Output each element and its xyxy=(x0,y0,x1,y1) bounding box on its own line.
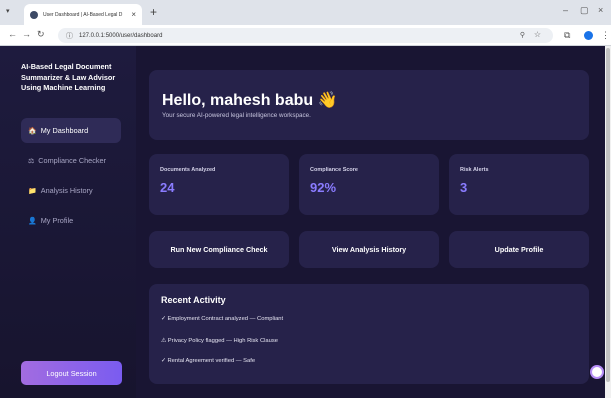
logout-button[interactable]: Logout Session xyxy=(21,361,122,385)
browser-menu-icon[interactable]: ⋮ xyxy=(601,30,610,41)
recent-activity-card: Recent Activity ✓ Employment Contract an… xyxy=(149,284,589,384)
sidebar-item-label: Compliance Checker xyxy=(38,156,107,165)
stat-label: Risk Alerts xyxy=(460,167,489,173)
recent-activity-title: Recent Activity xyxy=(161,295,226,305)
scales-icon: ⚖ xyxy=(28,157,35,165)
stat-card-documents: Documents Analyzed 24 xyxy=(149,154,289,215)
sidebar-item-label: My Profile xyxy=(40,216,74,225)
stat-value: 3 xyxy=(460,180,468,195)
back-icon[interactable]: ← xyxy=(8,29,17,39)
app-brand: AI-Based Legal Document Summarizer & Law… xyxy=(21,62,116,92)
sidebar-item-compliance-checker[interactable]: ⚖ Compliance Checker xyxy=(21,148,121,173)
sidebar-item-label: Analysis History xyxy=(40,186,93,195)
folder-icon: 📁 xyxy=(28,187,37,195)
stat-label: Compliance Score xyxy=(310,167,358,173)
extensions-icon[interactable]: ⧉ xyxy=(564,30,570,41)
stat-value: 24 xyxy=(160,180,175,195)
tab-search-icon[interactable]: ▾ xyxy=(6,7,10,15)
main-content: Hello, mahesh babu 👋 Your secure AI-powe… xyxy=(136,46,605,398)
run-compliance-check-button[interactable]: Run New Compliance Check xyxy=(149,231,289,268)
sidebar-item-dashboard[interactable]: 🏠 My Dashboard xyxy=(21,118,121,143)
home-icon: 🏠 xyxy=(28,127,37,135)
scrollbar-thumb[interactable] xyxy=(606,48,610,382)
address-bar[interactable]: ⓘ 127.0.0.1:5000/user/dashboard ⚲ ☆ xyxy=(58,28,553,43)
view-analysis-history-button[interactable]: View Analysis History xyxy=(299,231,439,268)
sidebar: AI-Based Legal Document Summarizer & Law… xyxy=(0,46,136,398)
new-tab-button[interactable]: + xyxy=(150,5,157,19)
zoom-icon[interactable]: ⚲ xyxy=(520,31,525,39)
list-item: ✓ Employment Contract analyzed — Complia… xyxy=(161,316,284,322)
list-item: ⚠ Privacy Policy flagged — High Risk Cla… xyxy=(161,338,278,344)
tab-close-icon[interactable]: × xyxy=(131,10,136,19)
close-window-button[interactable]: × xyxy=(598,5,603,15)
bookmark-star-icon[interactable]: ☆ xyxy=(534,30,541,39)
url-text[interactable]: 127.0.0.1:5000/user/dashboard xyxy=(79,33,162,39)
stat-card-compliance-score: Compliance Score 92% xyxy=(299,154,439,215)
stat-card-risk-alerts: Risk Alerts 3 xyxy=(449,154,589,215)
profile-avatar[interactable] xyxy=(584,31,593,40)
welcome-card: Hello, mahesh babu 👋 Your secure AI-powe… xyxy=(149,70,589,140)
minimize-button[interactable]: – xyxy=(563,5,568,15)
page-title: Hello, mahesh babu 👋 xyxy=(162,92,338,109)
update-profile-button[interactable]: Update Profile xyxy=(449,231,589,268)
chat-assistant-icon[interactable] xyxy=(590,365,604,379)
site-info-icon[interactable]: ⓘ xyxy=(66,31,73,41)
tab-title: User Dashboard | AI-Based Legal D xyxy=(43,11,123,18)
user-icon: 👤 xyxy=(28,217,37,225)
maximize-button[interactable]: ▢ xyxy=(580,5,589,16)
page-subtitle: Your secure AI-powered legal intelligenc… xyxy=(162,112,311,119)
stat-value: 92% xyxy=(310,180,337,195)
browser-tab[interactable]: User Dashboard | AI-Based Legal D × xyxy=(24,4,142,25)
forward-icon[interactable]: → xyxy=(22,29,31,39)
list-item: ✓ Rental Agreement verified — Safe xyxy=(161,358,256,364)
sidebar-item-label: My Dashboard xyxy=(40,126,89,135)
favicon-icon xyxy=(30,10,38,19)
browser-tabstrip: ▾ User Dashboard | AI-Based Legal D × + … xyxy=(0,0,611,25)
reload-icon[interactable]: ↻ xyxy=(37,29,45,40)
stat-label: Documents Analyzed xyxy=(160,167,216,173)
sidebar-item-analysis-history[interactable]: 📁 Analysis History xyxy=(21,178,121,203)
sidebar-item-my-profile[interactable]: 👤 My Profile xyxy=(21,208,121,233)
browser-toolbar: ← → ↻ ⓘ 127.0.0.1:5000/user/dashboard ⚲ … xyxy=(0,25,611,46)
